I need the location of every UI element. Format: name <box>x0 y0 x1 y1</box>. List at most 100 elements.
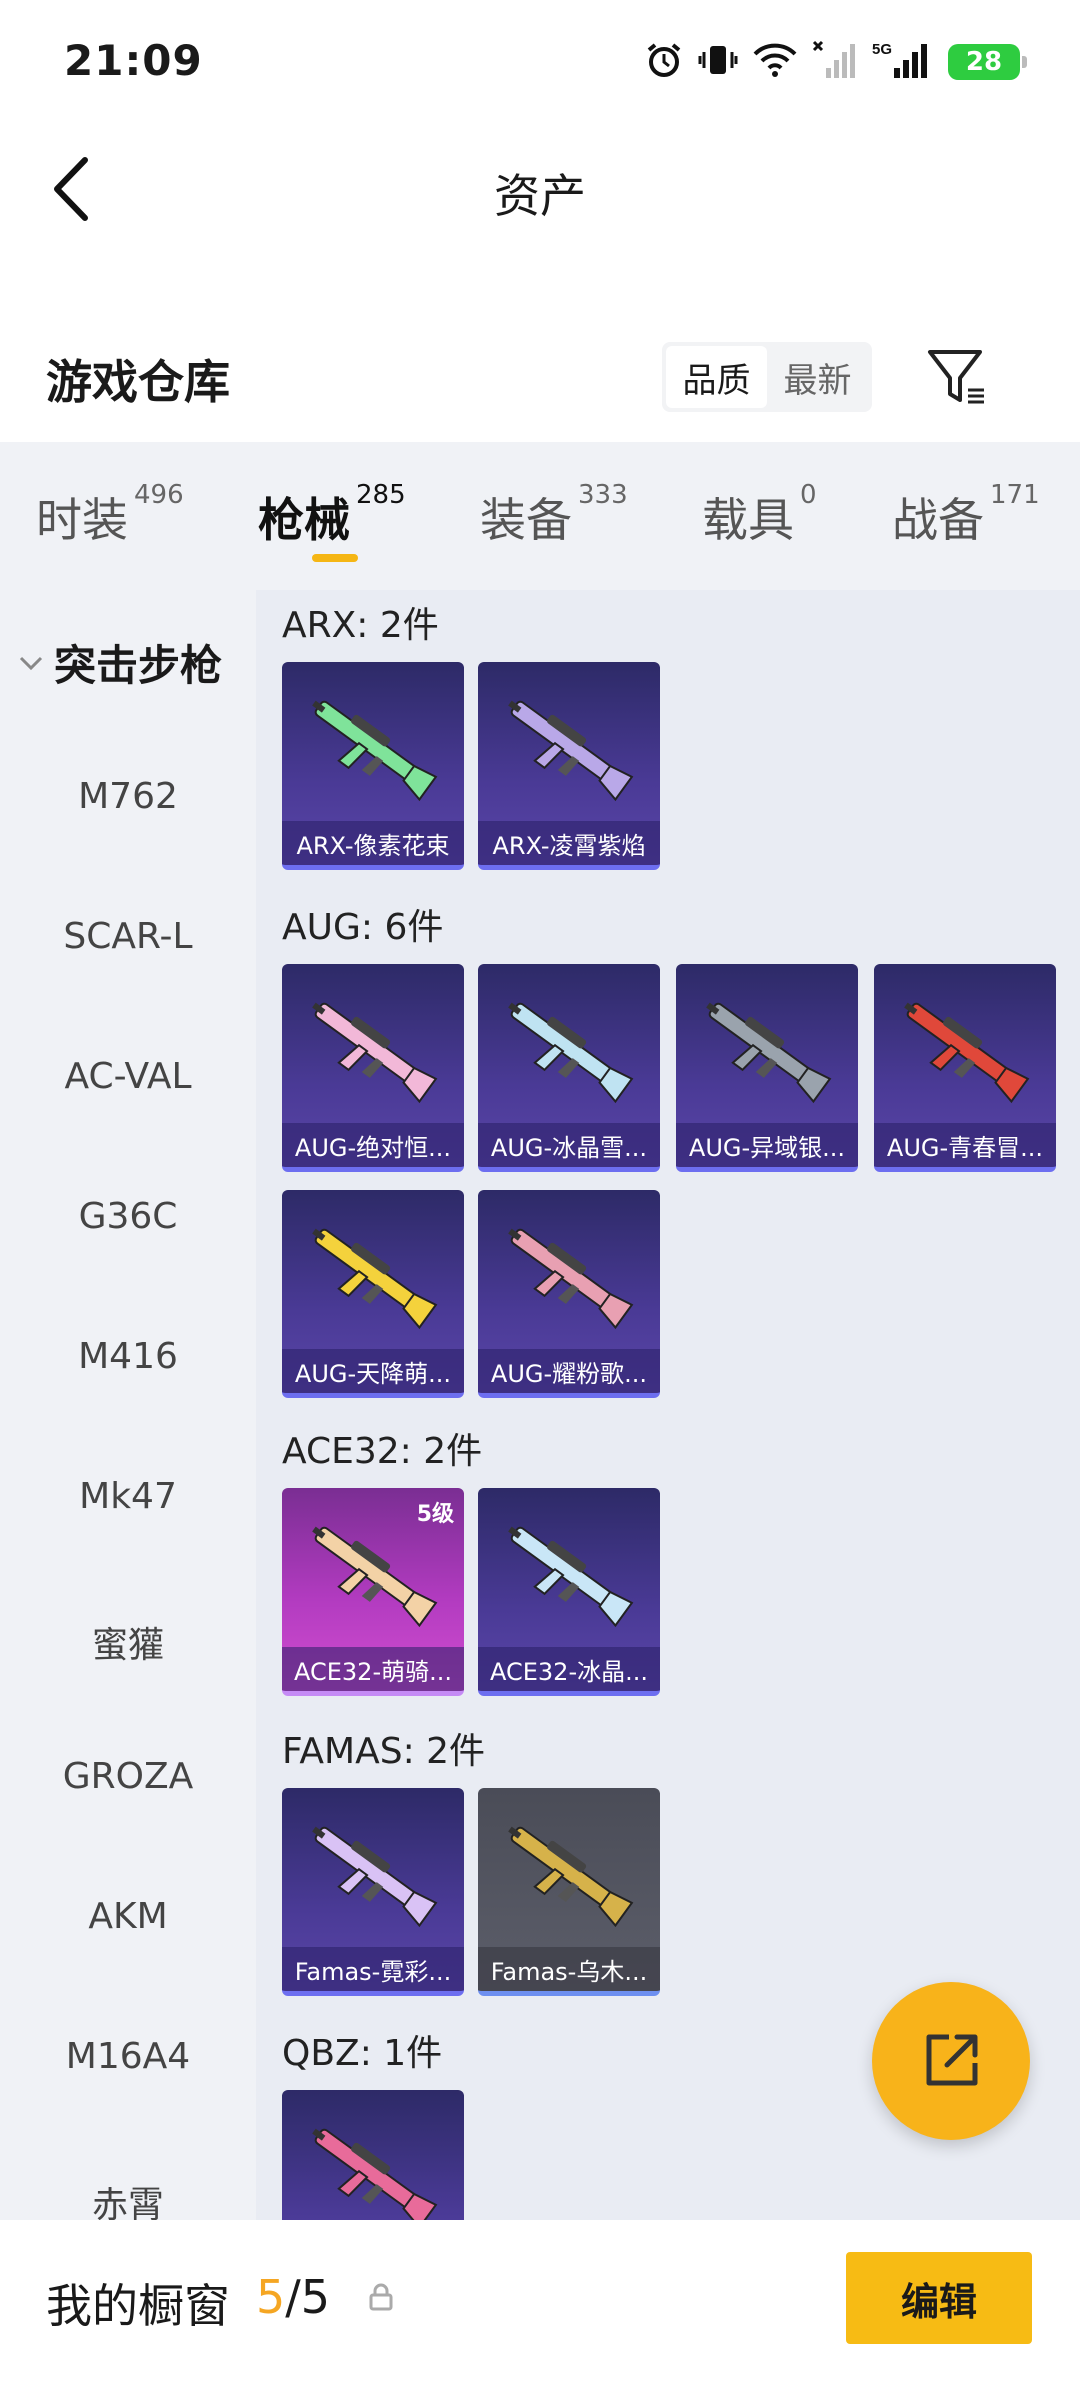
sort-option-newest[interactable]: 最新 <box>767 346 868 408</box>
skin-card[interactable]: AUG-冰晶雪... <box>478 964 660 1172</box>
rifle-icon <box>508 700 634 802</box>
skin-card[interactable]: AUG-异域银... <box>676 964 858 1172</box>
sidebar-item-m762[interactable]: M762 <box>0 776 256 817</box>
skin-name: ACE32-萌骑... <box>282 1647 464 1691</box>
signal-5g-icon: 5G <box>872 40 934 84</box>
skin-card[interactable]: ACE32-冰晶... <box>478 1488 660 1696</box>
skin-card[interactable] <box>282 2090 464 2220</box>
alarm-icon <box>644 40 684 84</box>
tab-label: 战备 <box>892 493 984 547</box>
sidebar-item-ac-val[interactable]: AC-VAL <box>0 1056 256 1097</box>
group-title-aug: AUG: 6件 <box>282 907 444 948</box>
sidebar-item-mk47[interactable]: Mk47 <box>0 1476 256 1517</box>
showcase-bar: 我的橱窗 5/5 编辑 <box>0 2220 1080 2382</box>
skin-name: AUG-冰晶雪... <box>478 1123 660 1167</box>
skin-name: ARX-凌霄紫焰 <box>478 821 660 865</box>
sidebar-item-akm[interactable]: AKM <box>0 1896 256 1937</box>
sidebar-group-assault-rifle[interactable]: 突击步枪 <box>18 632 222 693</box>
skin-name: AUG-天降萌... <box>282 1349 464 1393</box>
tab-count: 0 <box>800 480 817 510</box>
signal-off-icon <box>812 40 858 84</box>
skin-card[interactable]: AUG-天降萌... <box>282 1190 464 1398</box>
group-title-qbz: QBZ: 1件 <box>282 2033 443 2074</box>
share-icon <box>926 2034 978 2086</box>
tab-count: 171 <box>990 480 1040 510</box>
edit-button[interactable]: 编辑 <box>846 2252 1032 2344</box>
skin-card[interactable]: 5级 ACE32-萌骑... <box>282 1488 464 1696</box>
rifle-icon <box>312 2128 438 2220</box>
tab-label: 载具 <box>702 493 794 547</box>
status-icons: 5G 28 <box>644 40 1027 84</box>
tab-fashion[interactable]: 时装 496 <box>36 480 184 550</box>
skin-name: AUG-绝对恒... <box>282 1123 464 1167</box>
tab-label: 装备 <box>480 493 572 547</box>
skin-name: Famas-乌木... <box>478 1947 660 1991</box>
skin-card[interactable]: AUG-绝对恒... <box>282 964 464 1172</box>
status-bar: 21:09 5G 28 <box>0 0 1080 120</box>
tab-count: 496 <box>134 480 184 510</box>
tab-label: 时装 <box>36 493 128 547</box>
skin-card[interactable]: ARX-像素花束 <box>282 662 464 870</box>
sort-toggle: 品质 最新 <box>662 342 872 412</box>
rifle-icon <box>508 1826 634 1928</box>
tab-bar: 时装 496 枪械 285 装备 333 载具 0 战备 171 <box>0 442 1080 590</box>
sidebar-item-m16a4[interactable]: M16A4 <box>0 2036 256 2077</box>
section-title: 游戏仓库 <box>46 355 230 409</box>
showcase-label: 我的橱窗 <box>46 2279 230 2333</box>
sidebar-group-label: 突击步枪 <box>54 641 223 690</box>
sidebar-item-scar-l[interactable]: SCAR-L <box>0 916 256 957</box>
skin-name: ARX-像素花束 <box>282 821 464 865</box>
sort-option-quality[interactable]: 品质 <box>666 346 767 408</box>
skin-name: AUG-异域银... <box>676 1123 858 1167</box>
filter-button[interactable] <box>924 344 990 410</box>
skin-card[interactable]: Famas-乌木... <box>478 1788 660 1996</box>
share-button[interactable] <box>872 1982 1030 2140</box>
sidebar-item-chixiao[interactable]: 赤霄 <box>0 2176 256 2220</box>
skin-name: AUG-耀粉歌... <box>478 1349 660 1393</box>
showcase-count-num: 5 <box>256 2270 286 2324</box>
lock-icon <box>369 2283 393 2311</box>
skin-card[interactable]: AUG-青春冒... <box>874 964 1056 1172</box>
sidebar-item-g36c[interactable]: G36C <box>0 1196 256 1237</box>
rifle-icon <box>312 1826 438 1928</box>
rifle-icon <box>904 1002 1030 1104</box>
showcase-count: 5/5 <box>256 2270 330 2324</box>
rifle-icon <box>312 1002 438 1104</box>
rifle-icon <box>312 700 438 802</box>
rifle-icon <box>312 1526 438 1628</box>
rifle-icon <box>508 1228 634 1330</box>
tab-supplies[interactable]: 战备 171 <box>892 480 1040 550</box>
sidebar-item-groza[interactable]: GROZA <box>0 1756 256 1797</box>
filter-icon <box>928 350 984 404</box>
chevron-down-icon <box>19 656 43 670</box>
page-title: 资产 <box>494 169 586 223</box>
tab-guns[interactable]: 枪械 285 <box>258 480 406 550</box>
tab-vehicles[interactable]: 载具 0 <box>702 480 817 550</box>
sidebar-item-honey-badger[interactable]: 蜜獾 <box>0 1616 256 1668</box>
vibrate-icon <box>698 40 738 84</box>
rifle-icon <box>508 1002 634 1104</box>
weapon-category-sidebar: 突击步枪 M762 SCAR-L AC-VAL G36C M416 Mk47 蜜… <box>0 590 256 2220</box>
skin-name: ACE32-冰晶... <box>478 1647 660 1691</box>
group-title-arx: ARX: 2件 <box>282 605 439 646</box>
active-tab-indicator <box>312 554 358 562</box>
sidebar-item-m416[interactable]: M416 <box>0 1336 256 1377</box>
tab-label: 枪械 <box>258 493 350 547</box>
battery-level: 28 <box>965 47 1003 77</box>
tab-count: 285 <box>356 480 406 510</box>
skin-card[interactable]: AUG-耀粉歌... <box>478 1190 660 1398</box>
skin-card[interactable]: ARX-凌霄紫焰 <box>478 662 660 870</box>
tab-equipment[interactable]: 装备 333 <box>480 480 628 550</box>
group-title-ace32: ACE32: 2件 <box>282 1431 483 1472</box>
skin-list: ARX: 2件 ARX-像素花束 ARX-凌霄紫焰 AUG: 6件 AUG-绝对… <box>256 590 1080 2220</box>
skin-card[interactable]: Famas-霓彩... <box>282 1788 464 1996</box>
tab-count: 333 <box>578 480 628 510</box>
skin-name: Famas-霓彩... <box>282 1947 464 1991</box>
svg-text:5G: 5G <box>872 41 892 58</box>
showcase-count-total: /5 <box>285 2270 331 2324</box>
rifle-icon <box>508 1526 634 1628</box>
group-title-famas: FAMAS: 2件 <box>282 1731 486 1772</box>
nav-header: 资产 <box>0 130 1080 250</box>
section-header: 游戏仓库 品质 最新 <box>0 330 1080 440</box>
level-badge: 5级 <box>416 1502 454 1527</box>
